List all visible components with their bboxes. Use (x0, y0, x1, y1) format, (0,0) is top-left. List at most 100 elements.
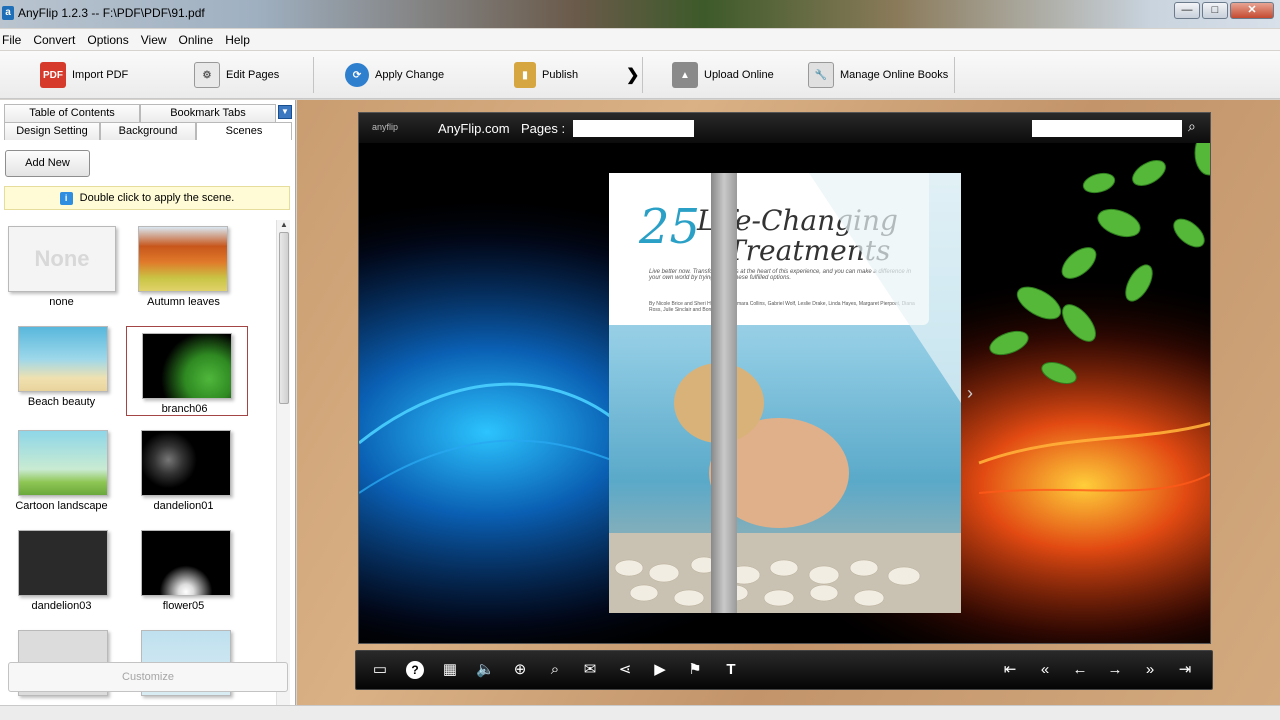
more-button[interactable]: ❯ (626, 59, 639, 91)
first-page-icon[interactable]: ⇤ (1001, 661, 1019, 679)
search-icon[interactable]: ⌕ (1188, 118, 1196, 135)
tabs-row-2: Design Setting Background Scenes (4, 122, 292, 140)
menu-help[interactable]: Help (223, 33, 258, 47)
menu-convert[interactable]: Convert (31, 33, 83, 47)
window-title: AnyFlip 1.2.3 -- F:\PDF\PDF\91.pdf (18, 6, 205, 20)
next-page-icon[interactable]: » (1141, 661, 1159, 679)
edit-pages-icon: ⚙ (194, 62, 220, 88)
scene-scrollbar[interactable]: ▲ ▼ (276, 220, 290, 720)
scene-label: Cartoon landscape (15, 500, 108, 512)
prev-page-icon[interactable]: « (1036, 661, 1054, 679)
scene-none[interactable]: None none (4, 220, 126, 310)
help-icon[interactable]: ? (406, 661, 424, 679)
scene-label: none (49, 296, 74, 308)
window-controls: — □ ✕ (1174, 2, 1274, 19)
import-pdf-button[interactable]: PDF Import PDF (40, 59, 128, 91)
title-bar: a AnyFlip 1.2.3 -- F:\PDF\PDF\91.pdf — □… (0, 0, 1280, 28)
forward-icon[interactable]: → (1106, 661, 1124, 679)
toolbar-separator (642, 57, 643, 93)
manage-online-books-label: Manage Online Books (840, 69, 949, 81)
text-icon[interactable]: T (722, 661, 740, 679)
next-page-arrow-icon[interactable]: › (967, 383, 973, 404)
search-input[interactable] (1032, 120, 1182, 137)
scene-dandelion03[interactable]: dandelion03 (4, 524, 126, 614)
scene-cartoon-landscape[interactable]: Cartoon landscape (4, 424, 126, 514)
email-icon[interactable]: ✉ (581, 661, 599, 679)
minimize-button[interactable]: — (1174, 2, 1200, 19)
scene-dandelion01[interactable]: dandelion01 (126, 424, 248, 514)
anyflip-logo: anyflip (372, 122, 399, 132)
upload-online-button[interactable]: ▲ Upload Online (672, 59, 774, 91)
tab-table-of-contents[interactable]: Table of Contents (4, 104, 140, 122)
menu-file[interactable]: File (0, 33, 29, 47)
book-page[interactable]: 25 Life-Changing Treatments Live better … (609, 173, 961, 613)
bookmark-icon[interactable]: ⚑ (686, 661, 704, 679)
manage-online-books-button[interactable]: 🔧 Manage Online Books (808, 59, 948, 91)
scene-autumn-leaves[interactable]: Autumn leaves (126, 220, 248, 310)
status-bar (0, 705, 1280, 720)
scene-label: dandelion03 (31, 600, 92, 612)
thumbnails-icon[interactable]: ▦ (441, 661, 459, 679)
scene-label: dandelion01 (153, 500, 214, 512)
page-photo (609, 173, 961, 613)
publish-label: Publish (542, 69, 579, 81)
scroll-thumb[interactable] (279, 232, 289, 404)
flipbook-topbar: anyflip AnyFlip.com Pages : ⌕ (359, 113, 1210, 143)
upload-online-label: Upload Online (704, 69, 774, 81)
toolbar-separator (954, 57, 955, 93)
add-new-button[interactable]: Add New (5, 150, 90, 177)
scene-label: flower05 (162, 600, 205, 612)
scene-thumb (18, 326, 108, 392)
close-button[interactable]: ✕ (1230, 2, 1274, 19)
flipbook-toolbar: ▭ ? ▦ 🔈 ⊕ ⌕ ✉ ⋖ ▶ ⚑ T ⇤ « ← → » ⇥ (355, 650, 1213, 690)
pdf-icon: PDF (40, 62, 66, 88)
scene-thumb (18, 430, 108, 496)
zoom-in-icon[interactable]: ⊕ (511, 661, 529, 679)
publish-button[interactable]: ▮ Publish (514, 59, 578, 91)
flipbook-preview: anyflip AnyFlip.com Pages : ⌕ 25 Life-Ch… (358, 112, 1211, 644)
customize-button[interactable]: Customize (8, 662, 288, 692)
pages-input[interactable] (573, 120, 694, 137)
scene-list: None none Autumn leaves Beach beauty bra… (4, 220, 274, 720)
menu-bar: File Convert Options View Online Help (0, 29, 1280, 50)
menu-options[interactable]: Options (85, 33, 136, 47)
back-icon[interactable]: ← (1071, 661, 1089, 679)
scene-beach-beauty[interactable]: Beach beauty (4, 320, 126, 410)
menu-online[interactable]: Online (177, 33, 222, 47)
scene-thumb (18, 530, 108, 596)
site-link[interactable]: AnyFlip.com (438, 121, 510, 136)
scroll-up-icon[interactable]: ▲ (280, 220, 288, 229)
tabs-row-1: Table of Contents Bookmark Tabs ▼ (4, 104, 292, 122)
scene-thumb: None (8, 226, 116, 292)
last-page-icon[interactable]: ⇥ (1176, 661, 1194, 679)
screen-icon[interactable]: ▭ (371, 661, 389, 679)
main-toolbar: PDF Import PDF ⚙ Edit Pages ⟳ Apply Chan… (0, 51, 1280, 99)
share-icon[interactable]: ⋖ (616, 661, 634, 679)
edit-pages-button[interactable]: ⚙ Edit Pages (194, 59, 279, 91)
tab-design-setting[interactable]: Design Setting (4, 122, 100, 140)
scene-flower05[interactable]: flower05 (126, 524, 248, 614)
maximize-button[interactable]: □ (1202, 2, 1228, 19)
scene-hint: i Double click to apply the scene. (4, 186, 290, 210)
scene-branch06[interactable]: branch06 (126, 326, 248, 416)
scene-thumb (141, 530, 231, 596)
apply-change-button[interactable]: ⟳ Apply Change (345, 59, 444, 91)
sound-icon[interactable]: 🔈 (476, 661, 495, 679)
tab-scenes[interactable]: Scenes (196, 122, 292, 140)
settings-panel: Table of Contents Bookmark Tabs ▼ Design… (0, 100, 296, 720)
tab-bookmark-tabs[interactable]: Bookmark Tabs (140, 104, 276, 122)
page-curl[interactable] (711, 173, 737, 613)
scene-thumb (138, 226, 228, 292)
scene-thumb (141, 430, 231, 496)
tabs-dropdown-icon[interactable]: ▼ (278, 105, 292, 119)
menu-view[interactable]: View (139, 33, 175, 47)
tab-background[interactable]: Background (100, 122, 196, 140)
autoplay-icon[interactable]: ▶ (651, 661, 669, 679)
scene-label: Autumn leaves (147, 296, 220, 308)
scene-thumb (142, 333, 232, 399)
pages-label: Pages : (521, 121, 566, 136)
scene-label: Beach beauty (27, 396, 96, 408)
toolbar-separator (313, 57, 314, 93)
search-icon[interactable]: ⌕ (546, 661, 564, 679)
hint-text: Double click to apply the scene. (79, 192, 235, 204)
